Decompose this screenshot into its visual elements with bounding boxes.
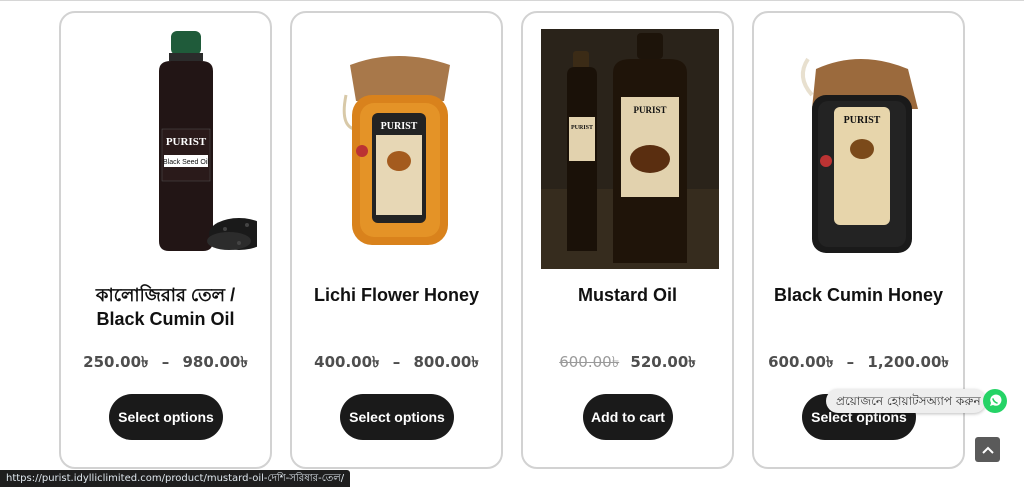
chevron-up-icon	[981, 446, 994, 454]
top-divider	[0, 0, 1024, 1]
product-image-black-cumin-oil[interactable]: PURIST Black Seed Oil	[79, 29, 257, 269]
label-brand: PURIST	[381, 121, 418, 132]
label-text: Black Seed Oil	[163, 159, 209, 166]
scroll-to-top-button[interactable]	[975, 437, 1000, 462]
select-options-button[interactable]: Select options	[340, 394, 454, 440]
label-brand: PURIST	[844, 115, 881, 126]
price-dash: –	[846, 353, 855, 371]
whatsapp-icon[interactable]	[982, 388, 1008, 414]
product-image-lichi-honey[interactable]: PURIST	[310, 29, 488, 269]
product-card-mustard-oil: PURIST PURIST Mustard Oil 600.00৳ 520.00…	[521, 11, 734, 469]
price-max: 1,200.00৳	[867, 353, 949, 371]
whatsapp-tooltip[interactable]: প্রয়োজনে হোয়াটসঅ্যাপ করুন	[826, 389, 986, 413]
svg-text:PURIST: PURIST	[571, 125, 593, 131]
price-range: 600.00৳ – 1,200.00৳	[754, 351, 963, 376]
title-line-1: Mustard Oil	[577, 285, 677, 305]
price-range: 250.00৳ – 980.00৳	[61, 351, 270, 376]
product-title[interactable]: কালোজিরার তেল / Black Cumin Oil	[69, 283, 262, 331]
price-old: 600.00৳	[559, 353, 620, 371]
add-to-cart-button[interactable]: Add to cart	[583, 394, 673, 440]
title-line-1: কালোজিরার তেল /	[95, 285, 236, 305]
price-min: 400.00৳	[314, 353, 380, 371]
product-title[interactable]: Black Cumin Honey	[762, 283, 955, 307]
price-min: 250.00৳	[83, 353, 149, 371]
select-options-button[interactable]: Select options	[109, 394, 223, 440]
title-line-1: Black Cumin Honey	[773, 285, 944, 305]
link-preview-statusbar: https://purist.idylliclimited.com/produc…	[0, 470, 351, 487]
label-brand: PURIST	[166, 136, 207, 148]
price-range: 400.00৳ – 800.00৳	[292, 351, 501, 376]
product-title[interactable]: Lichi Flower Honey	[300, 283, 493, 307]
product-image-mustard-oil[interactable]: PURIST PURIST	[541, 29, 719, 269]
price-max: 980.00৳	[182, 353, 248, 371]
product-image-black-cumin-honey[interactable]: PURIST	[772, 29, 950, 269]
price-dash: –	[392, 353, 401, 371]
price-new: 520.00৳	[630, 353, 696, 371]
product-card-black-cumin-oil: PURIST Black Seed Oil কালোজিরার তেল / Bl…	[59, 11, 272, 469]
title-line-2: Black Cumin Oil	[96, 309, 235, 329]
price-sale: 600.00৳ 520.00৳	[523, 351, 732, 376]
price-min: 600.00৳	[768, 353, 834, 371]
product-card-lichi-flower-honey: PURIST Lichi Flower Honey 400.00৳ – 800.…	[290, 11, 503, 469]
price-dash: –	[161, 353, 170, 371]
price-max: 800.00৳	[413, 353, 479, 371]
product-title[interactable]: Mustard Oil	[531, 283, 724, 307]
title-line-1: Lichi Flower Honey	[313, 285, 480, 305]
label-brand: PURIST	[633, 105, 666, 115]
